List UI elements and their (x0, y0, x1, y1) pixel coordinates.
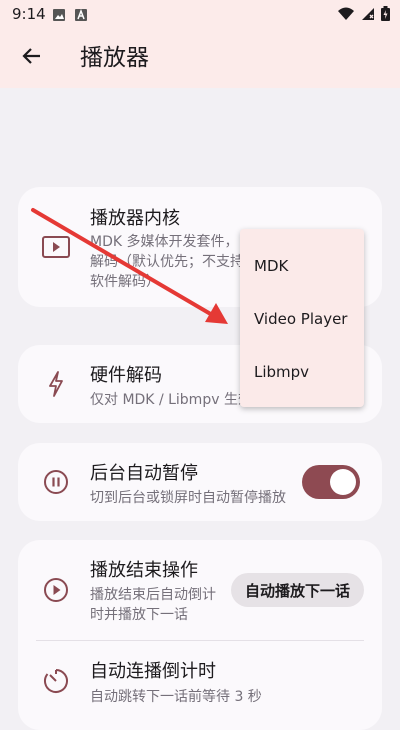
play-circle-icon (42, 576, 70, 604)
player-core-dropdown: MDK Video Player Libmpv (240, 229, 364, 407)
bg-pause-toggle[interactable] (302, 465, 360, 499)
toggle-knob (330, 469, 356, 495)
arrow-back-icon (22, 46, 42, 70)
bg-pause-subtitle: 切到后台或锁屏时自动暂停播放 (90, 490, 286, 506)
player-core-title: 播放器内核 (90, 208, 180, 229)
auto-next-episode-button[interactable]: 自动播放下一话 (230, 573, 364, 607)
hw-decode-title: 硬件解码 (90, 365, 162, 386)
end-action-title: 播放结束操作 (90, 560, 198, 581)
bg-pause-title: 后台自动暂停 (90, 463, 198, 484)
end-action-setting[interactable]: 播放结束操作 播放结束后自动倒计 时并播放下一话 自动播放下一话 (18, 540, 382, 640)
back-button[interactable] (16, 42, 48, 74)
video-player-icon (42, 233, 70, 261)
countdown-setting[interactable]: 自动连播倒计时 自动跳转下一话前等待 3 秒 (18, 641, 382, 730)
playback-end-group: 播放结束操作 播放结束后自动倒计 时并播放下一话 自动播放下一话 自动连播倒计时… (18, 540, 382, 730)
pause-circle-icon (42, 468, 70, 496)
battery-icon (381, 6, 390, 25)
countdown-subtitle: 自动跳转下一话前等待 3 秒 (90, 689, 262, 705)
app-bar: 播放器 (0, 28, 400, 88)
dropdown-option-mdk[interactable]: MDK (254, 257, 288, 275)
signal-icon (361, 6, 375, 25)
status-time: 9:14 (12, 5, 46, 23)
bolt-icon (42, 370, 70, 398)
status-bar: 9:14 (0, 0, 400, 28)
page-title: 播放器 (80, 45, 149, 71)
dropdown-option-video-player[interactable]: Video Player (254, 310, 347, 328)
bg-pause-setting[interactable]: 后台自动暂停 切到后台或锁屏时自动暂停播放 (18, 443, 382, 521)
countdown-title: 自动连播倒计时 (90, 661, 216, 682)
wifi-icon (337, 6, 355, 25)
end-action-subtitle: 播放结束后自动倒计 时并播放下一话 (90, 587, 216, 623)
timer-icon (42, 667, 70, 695)
image-icon (52, 7, 66, 26)
font-icon (74, 7, 88, 26)
dropdown-option-libmpv[interactable]: Libmpv (254, 363, 309, 381)
hw-decode-subtitle: 仅对 MDK / Libmpv 生效 (90, 392, 252, 408)
